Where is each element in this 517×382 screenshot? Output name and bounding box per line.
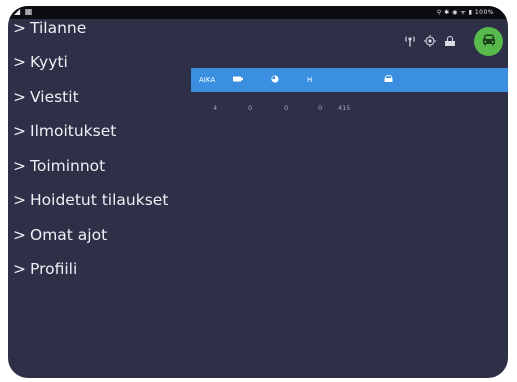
table-cell: 415 (338, 104, 351, 112)
column-header-label: AIKA (199, 76, 216, 84)
status-bar: ◢ ▦ ⚲ ✱ ◉ ᯤ ▮ 100% (8, 6, 508, 19)
table-cell: 0 (284, 104, 289, 112)
menu-item-hoidetut-tilaukset[interactable]: > Hoidetut tilaukset (8, 183, 190, 218)
column-header-clock (271, 68, 279, 92)
table-cell: 0 (318, 104, 323, 112)
status-icons (404, 32, 456, 51)
battery-icon (233, 76, 243, 84)
menu-item-toiminnot[interactable]: > Toiminnot (8, 149, 190, 184)
menu-item-label: Tilanne (30, 19, 87, 37)
menu-item-label: Profiili (30, 260, 78, 279)
menu-item-label: Viestit (30, 87, 79, 106)
status-left-icons: ◢ ▦ (14, 7, 34, 16)
clock-icon (271, 75, 279, 85)
menu-item-tilanne[interactable]: > Tilanne (8, 19, 190, 45)
column-header-car (384, 68, 393, 92)
menu-item-label: Toiminnot (30, 156, 106, 175)
side-menu: > Tilanne > Kyyti > Viestit > Ilmoitukse… (8, 19, 190, 287)
status-right-indicators: ⚲ ✱ ◉ ᯤ ▮ 100% (436, 9, 494, 16)
chevron-right-icon: > (13, 87, 26, 106)
car-icon (384, 75, 393, 85)
column-header-label: H (307, 76, 313, 84)
shield-lock-icon[interactable] (444, 32, 456, 51)
menu-item-label: Omat ajot (30, 225, 108, 244)
chevron-right-icon: > (13, 19, 26, 37)
table-row[interactable]: 4 0 0 0 415 (191, 104, 508, 116)
table-header: AIKA H (191, 68, 508, 92)
gps-icon[interactable] (424, 32, 436, 51)
menu-item-viestit[interactable]: > Viestit (8, 80, 190, 115)
chevron-right-icon: > (13, 191, 26, 210)
chevron-right-icon: > (13, 156, 26, 175)
chevron-right-icon: > (13, 122, 26, 141)
menu-item-label: Ilmoitukset (30, 122, 117, 141)
antenna-icon[interactable] (404, 32, 416, 51)
tablet-screen: ◢ ▦ ⚲ ✱ ◉ ᯤ ▮ 100% > Tilanne > Kyyti > V… (8, 6, 508, 378)
chevron-right-icon: > (13, 53, 26, 72)
column-header-aika: AIKA (199, 68, 215, 92)
menu-item-ilmoitukset[interactable]: > Ilmoitukset (8, 114, 190, 149)
chevron-right-icon: > (13, 260, 26, 279)
column-header-h: H (307, 68, 312, 92)
chevron-right-icon: > (13, 225, 26, 244)
table-cell: 4 (213, 104, 218, 112)
menu-item-omat-ajot[interactable]: > Omat ajot (8, 218, 190, 253)
column-header-battery (233, 68, 243, 92)
menu-item-label: Kyyti (30, 53, 68, 72)
menu-item-label: Hoidetut tilaukset (30, 191, 169, 210)
car-icon (481, 32, 497, 51)
table-cell: 0 (248, 104, 253, 112)
menu-item-profiili[interactable]: > Profiili (8, 252, 190, 287)
menu-item-kyyti[interactable]: > Kyyti (8, 45, 190, 80)
car-status-button[interactable] (474, 27, 503, 56)
